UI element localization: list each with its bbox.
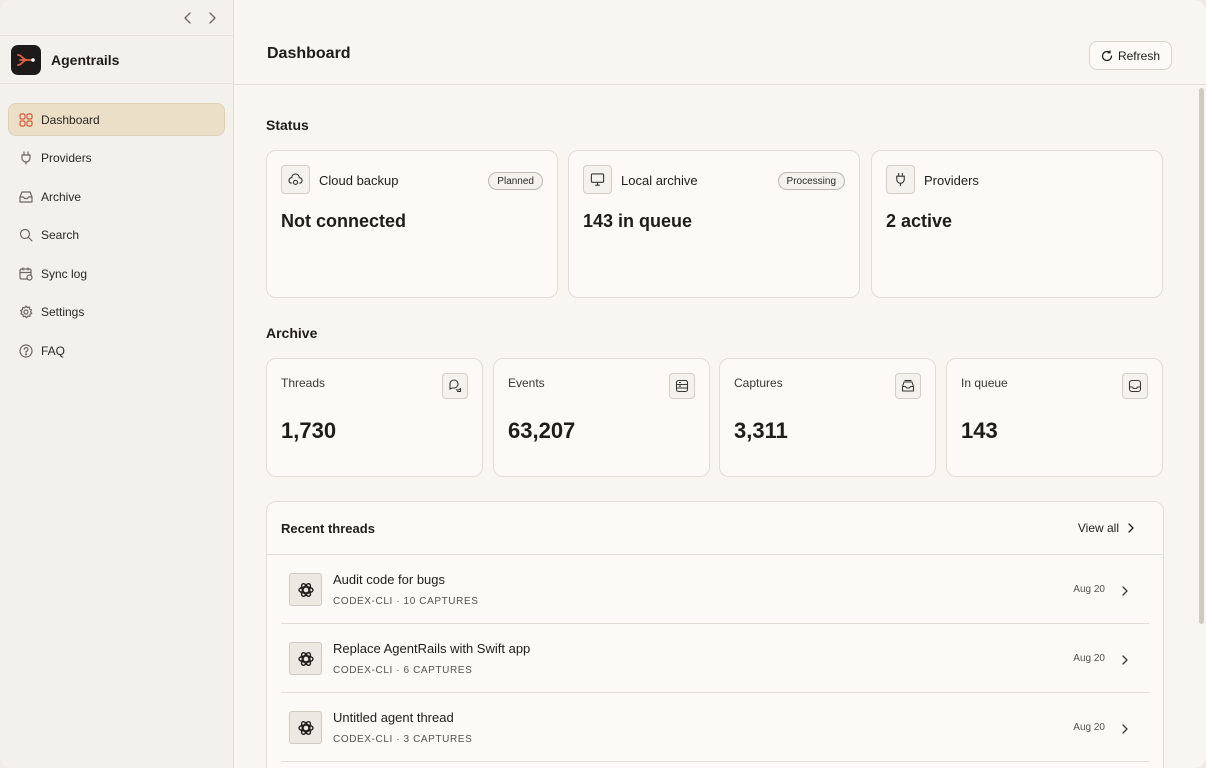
- thread-meta: CODEX-CLI · 10 CAPTURES: [333, 596, 479, 607]
- sidebar-item-label: Search: [41, 228, 80, 242]
- archive-icon: [19, 190, 33, 204]
- sidebar-item-archive[interactable]: Archive: [8, 180, 225, 213]
- stat-value: 3,311: [734, 418, 788, 443]
- chat-icon: [442, 373, 468, 399]
- status-card-cloud-backup: Cloud backup Planned Not connected: [266, 150, 558, 298]
- thread-date: Aug 20: [1073, 584, 1105, 595]
- app-window: Agentrails Dashboard Providers Archive S…: [0, 0, 1206, 768]
- status-value: 143 in queue: [583, 211, 693, 231]
- archive-section-title: Archive: [266, 325, 318, 341]
- sidebar-item-dashboard[interactable]: Dashboard: [8, 103, 225, 136]
- chevron-right-icon: [1119, 584, 1131, 596]
- stat-card-in-queue: In queue 143: [946, 358, 1163, 477]
- sidebar-nav: Dashboard Providers Archive Search Sync …: [0, 84, 233, 367]
- chevron-right-icon: [1119, 722, 1131, 734]
- brand: Agentrails: [0, 36, 233, 84]
- database-icon: [669, 373, 695, 399]
- refresh-button[interactable]: Refresh: [1088, 41, 1172, 70]
- thread-meta: CODEX-CLI · 3 CAPTURES: [333, 734, 473, 745]
- status-card-local-archive: Local archive Processing 143 in queue: [568, 150, 860, 298]
- status-card-title: Cloud backup: [319, 173, 399, 188]
- monitor-icon: [583, 165, 612, 194]
- sidebar-item-label: Dashboard: [41, 112, 100, 127]
- gear-icon: [19, 305, 33, 319]
- forward-arrow-icon[interactable]: [204, 10, 220, 26]
- grid-icon: [19, 112, 33, 127]
- sidebar: Agentrails Dashboard Providers Archive S…: [0, 0, 234, 768]
- sidebar-item-providers[interactable]: Providers: [8, 142, 225, 175]
- app-logo: [11, 44, 41, 75]
- thread-date: Aug 20: [1073, 653, 1105, 664]
- refresh-label: Refresh: [1117, 48, 1160, 63]
- sidebar-item-label: Providers: [41, 151, 92, 165]
- recent-threads-header: Recent threads View all: [267, 502, 1163, 555]
- stat-value: 143: [961, 418, 998, 443]
- thread-title: Audit code for bugs: [333, 572, 446, 587]
- help-circle-icon: [19, 343, 33, 358]
- status-badge: Planned: [488, 172, 543, 190]
- refresh-icon: [1101, 49, 1113, 61]
- sidebar-item-settings[interactable]: Settings: [8, 296, 225, 329]
- back-arrow-icon[interactable]: [180, 10, 196, 26]
- page-header: Dashboard Refresh: [234, 0, 1206, 85]
- sidebar-item-sync-log[interactable]: Sync log: [8, 257, 225, 290]
- status-section-title: Status: [266, 117, 309, 133]
- inbox-icon: [1122, 373, 1148, 399]
- sidebar-toolbar: [0, 0, 233, 36]
- status-value: 2 active: [886, 211, 953, 231]
- recent-threads-card: Recent threads View all Audit code for b…: [266, 501, 1164, 768]
- status-value: Not connected: [281, 211, 407, 231]
- recent-threads-title: Recent threads: [281, 521, 375, 536]
- sidebar-item-search[interactable]: Search: [8, 219, 225, 252]
- plug-icon: [886, 165, 915, 194]
- thread-date: Aug 20: [1073, 722, 1105, 733]
- sidebar-item-label: FAQ: [41, 343, 66, 358]
- stat-card-events: Events 63,207: [493, 358, 710, 477]
- app-name: Agentrails: [51, 51, 120, 68]
- plug-icon: [19, 151, 33, 165]
- chevron-right-icon: [1119, 653, 1131, 665]
- stat-value: 1,730: [281, 418, 337, 443]
- openai-icon: [289, 642, 322, 675]
- stat-value: 63,207: [508, 418, 576, 443]
- inbox-stack-icon: [895, 373, 921, 399]
- stat-card-threads: Threads 1,730: [266, 358, 483, 477]
- openai-icon: [289, 711, 322, 744]
- calendar-sync-icon: [19, 266, 33, 281]
- thread-row[interactable]: Audit code for bugs CODEX-CLI · 10 CAPTU…: [281, 555, 1149, 624]
- stat-card-captures: Captures 3,311: [719, 358, 936, 477]
- status-card-title: Local archive: [621, 173, 698, 188]
- stat-label: In queue: [961, 376, 1008, 390]
- thread-meta: CODEX-CLI · 6 CAPTURES: [333, 665, 473, 676]
- view-all-label: View all: [1077, 521, 1119, 535]
- stat-label: Events: [508, 376, 545, 390]
- thread-title: Replace AgentRails with Swift app: [333, 641, 531, 656]
- chevron-right-icon: [1128, 523, 1134, 533]
- stat-label: Captures: [734, 376, 783, 390]
- sidebar-item-label: Archive: [41, 189, 82, 204]
- stat-label: Threads: [281, 376, 326, 390]
- scrollbar[interactable]: [1199, 88, 1204, 624]
- thread-title: Untitled agent thread: [333, 710, 454, 725]
- search-icon: [19, 228, 33, 242]
- openai-icon: [289, 573, 322, 606]
- status-badge: Processing: [777, 172, 845, 190]
- view-all-link[interactable]: View all: [1078, 521, 1137, 535]
- sidebar-item-label: Sync log: [41, 266, 88, 281]
- thread-row[interactable]: Untitled agent thread CODEX-CLI · 3 CAPT…: [281, 693, 1149, 762]
- page-title: Dashboard: [267, 45, 351, 62]
- sidebar-item-faq[interactable]: FAQ: [8, 334, 225, 367]
- thread-row[interactable]: Replace AgentRails with Swift app CODEX-…: [281, 624, 1149, 693]
- cloud-icon: [281, 165, 310, 194]
- status-card-providers: Providers 2 active: [871, 150, 1163, 298]
- sidebar-item-label: Settings: [41, 305, 85, 319]
- status-card-title: Providers: [924, 173, 979, 188]
